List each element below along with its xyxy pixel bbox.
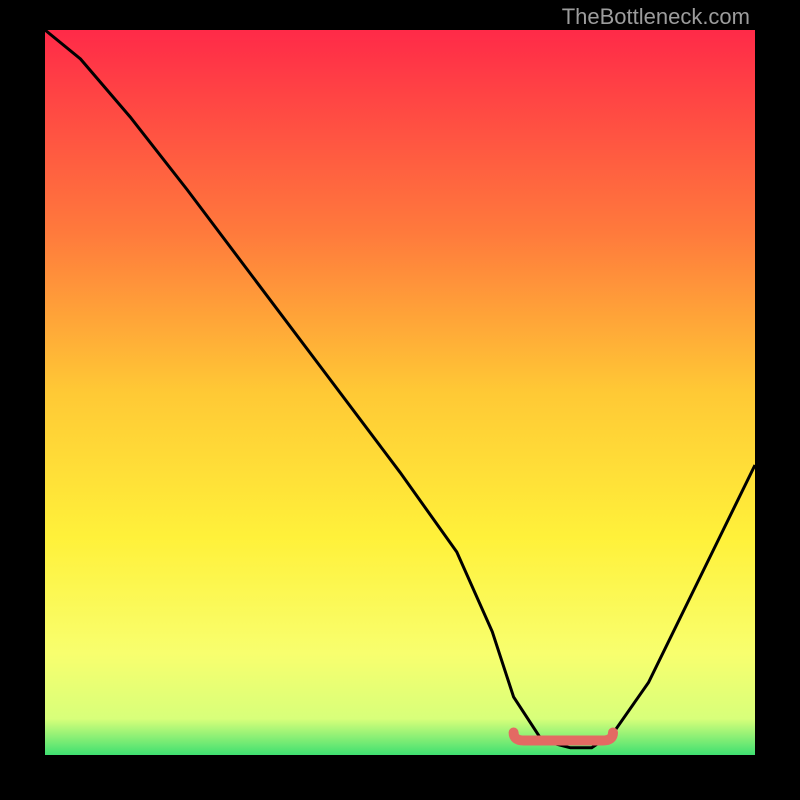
chart-container: TheBottleneck.com xyxy=(0,0,800,800)
bottleneck-curve-chart xyxy=(45,30,755,755)
frame-right xyxy=(755,0,800,800)
gradient-area xyxy=(45,30,755,755)
frame-left xyxy=(0,0,45,800)
watermark-text: TheBottleneck.com xyxy=(562,4,750,30)
frame-bottom xyxy=(0,755,800,800)
chart-svg xyxy=(45,30,755,755)
